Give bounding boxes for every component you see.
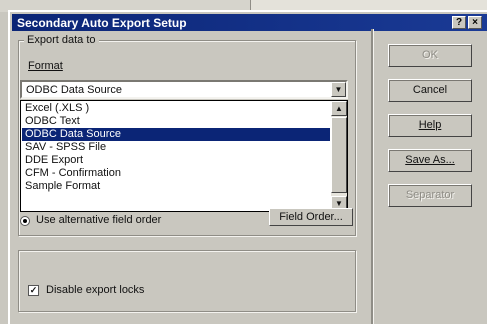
save-as-button[interactable]: Save As... bbox=[388, 149, 472, 172]
alternative-order-radio[interactable] bbox=[20, 216, 30, 226]
disable-export-locks-label: Disable export locks bbox=[46, 284, 145, 296]
format-dropdown-list[interactable]: Excel (.XLS ) ODBC Text ODBC Data Source… bbox=[20, 100, 348, 212]
list-item[interactable]: Sample Format bbox=[22, 180, 330, 193]
disable-export-locks-checkbox[interactable]: ✓ bbox=[28, 285, 39, 296]
field-order-button[interactable]: Field Order... bbox=[269, 208, 353, 226]
separator-button[interactable]: Separator bbox=[388, 184, 472, 207]
format-label: Format bbox=[28, 60, 63, 72]
list-item[interactable]: ODBC Text bbox=[22, 115, 330, 128]
format-label-text: Format bbox=[28, 60, 63, 72]
alternative-order-label: Use alternative field order bbox=[36, 214, 162, 226]
format-combobox-value: ODBC Data Source bbox=[26, 84, 122, 96]
save-as-button-label: Save As... bbox=[405, 154, 455, 166]
cancel-button[interactable]: Cancel bbox=[388, 79, 472, 102]
scroll-thumb[interactable] bbox=[331, 117, 347, 193]
help-button[interactable]: Help bbox=[388, 114, 472, 137]
export-data-group-label: Export data to bbox=[24, 34, 99, 46]
list-item[interactable]: Excel (.XLS ) bbox=[22, 102, 330, 115]
list-item-selected[interactable]: ODBC Data Source bbox=[22, 128, 330, 141]
ok-button[interactable]: OK bbox=[388, 44, 472, 67]
list-item[interactable]: DDE Export bbox=[22, 154, 330, 167]
export-options-panel bbox=[18, 250, 356, 312]
chevron-down-icon[interactable]: ▼ bbox=[331, 82, 346, 97]
dialog-title: Secondary Auto Export Setup bbox=[17, 16, 187, 30]
list-scrollbar[interactable]: ▲ ▼ bbox=[331, 101, 347, 211]
format-combobox[interactable]: ODBC Data Source ▼ bbox=[20, 80, 348, 99]
list-item[interactable]: CFM - Confirmation bbox=[22, 167, 330, 180]
help-title-button[interactable]: ? bbox=[452, 16, 466, 29]
dialog-divider bbox=[371, 29, 374, 324]
format-list-items: Excel (.XLS ) ODBC Text ODBC Data Source… bbox=[22, 102, 330, 193]
close-icon[interactable]: × bbox=[468, 16, 482, 29]
list-item[interactable]: SAV - SPSS File bbox=[22, 141, 330, 154]
dialog-titlebar[interactable]: Secondary Auto Export Setup ? × bbox=[12, 14, 487, 31]
help-button-label: Help bbox=[418, 119, 442, 131]
scroll-up-icon[interactable]: ▲ bbox=[331, 101, 347, 116]
